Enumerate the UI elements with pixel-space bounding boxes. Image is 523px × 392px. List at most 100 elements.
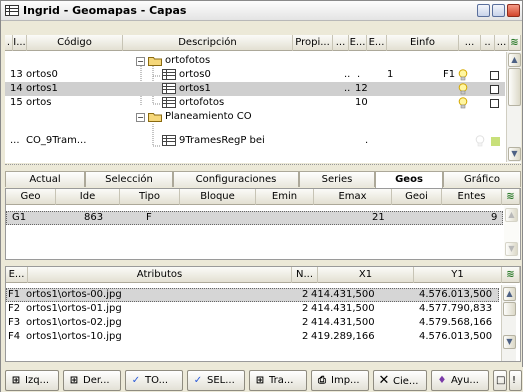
col-header-n[interactable]: N...	[292, 267, 318, 283]
col-header-emax[interactable]: Emax	[314, 189, 392, 205]
maximize-button[interactable]	[492, 4, 505, 17]
columns-config-icon[interactable]: ≋	[502, 267, 520, 283]
info-button[interactable]: !	[509, 370, 522, 391]
col-header-geoi[interactable]: Geoi	[392, 189, 442, 205]
lightbulb-icon[interactable]	[458, 83, 468, 95]
columns-config-icon[interactable]: ≋	[502, 189, 520, 205]
col-header-geo[interactable]: Geo	[6, 189, 56, 205]
col-header-x1[interactable]: X1	[318, 267, 414, 283]
collapse-toggle[interactable]: −	[136, 57, 145, 66]
tab-geos[interactable]: Geos	[375, 171, 443, 188]
izq-label: Izq...	[25, 375, 50, 386]
geos-scrollbar[interactable]: ▲ ▼	[504, 206, 519, 259]
tree-row-selected[interactable]: 14 ortos1 ortos1 .. 12	[5, 82, 505, 96]
tab-actual[interactable]: Actual	[5, 171, 85, 187]
izq-button[interactable]: ⊞ Izq...	[5, 370, 59, 391]
printer-icon: ⎙	[318, 375, 326, 386]
attribute-row[interactable]: F4 ortos1\ortos-10.jpg 2 419.289,166 4.5…	[6, 330, 499, 344]
splitter[interactable]	[5, 164, 521, 168]
col-header-descripcion[interactable]: Descripción	[123, 35, 293, 51]
scroll-down-button[interactable]: ▼	[505, 242, 518, 256]
scroll-down-button[interactable]: ▼	[503, 335, 516, 349]
cell-value: ..	[344, 83, 351, 94]
e-value: F3	[8, 317, 21, 328]
col-header[interactable]: ...	[333, 35, 349, 51]
bottom-toolbar: ⊞ Izq... ⊞ Der... ✓ TO... ✓ SEL... ⊞ Tra... ⎙…	[1, 367, 523, 392]
attributes-scrollbar[interactable]: ▲ ▼	[501, 285, 516, 361]
scroll-up-button[interactable]: ▲	[508, 53, 521, 67]
tree-row[interactable]: ... CO_9Tram... 9TramesRegP bei .	[5, 134, 505, 148]
scroll-up-button[interactable]: ▲	[503, 287, 516, 301]
n-value: 2	[302, 303, 309, 314]
lightbulb-icon[interactable]	[475, 135, 485, 147]
visibility-checkbox[interactable]	[490, 99, 499, 108]
col-header-einfo[interactable]: Einfo	[387, 35, 459, 51]
col-header[interactable]: ..	[481, 35, 495, 51]
tree-row[interactable]: − Planeamiento CO	[5, 110, 505, 124]
lightbulb-icon[interactable]	[458, 97, 468, 109]
visibility-checkbox[interactable]	[490, 71, 499, 80]
tree-scrollbar[interactable]: ▲ ▼	[506, 52, 521, 162]
layer-icon	[162, 135, 176, 146]
scroll-down-button[interactable]: ▼	[508, 147, 521, 161]
col-header[interactable]: E...	[349, 35, 367, 51]
close-window-button[interactable]	[507, 4, 520, 17]
to-button[interactable]: ✓ TO...	[125, 370, 183, 391]
scroll-thumb[interactable]	[508, 68, 521, 106]
cell-value: .	[357, 69, 361, 80]
col-header-e[interactable]: E...	[6, 267, 28, 283]
col-header-tipo[interactable]: Tipo	[120, 189, 180, 205]
tab-configuraciones[interactable]: Configuraciones	[173, 171, 299, 187]
tab-grafico[interactable]: Gráfico	[443, 171, 521, 187]
col-header-emin[interactable]: Emin	[256, 189, 314, 205]
tree-row[interactable]: − ortofotos	[5, 54, 505, 68]
tab-series[interactable]: Series	[299, 171, 375, 187]
pin-button[interactable]: □	[493, 370, 507, 391]
geos-header: Geo Ide Tipo Bloque Emin Emax Geoi Entes…	[6, 189, 520, 205]
attribute-row-selected[interactable]: F1 ortos1\ortos-00.jpg 2 414.431,500 4.5…	[6, 288, 499, 302]
tree-row[interactable]: 15 ortos ortofotos 10	[5, 96, 505, 110]
col-header-entes[interactable]: Entes	[442, 189, 502, 205]
row-number: 13	[10, 69, 23, 80]
col-header[interactable]: .	[5, 35, 13, 51]
col-header-y1[interactable]: Y1	[414, 267, 502, 283]
col-header[interactable]: I...	[13, 35, 27, 51]
layers-tree: − ortofotos 13 ortos0 ortos0 .. . 1 F1 1…	[5, 52, 505, 162]
tra-button[interactable]: ⊞ Tra...	[249, 370, 307, 391]
col-header-propi[interactable]: Propi...	[293, 35, 333, 51]
main-window: Ingrid - Geomapas - Capas . I... Código …	[0, 0, 523, 392]
scroll-up-button[interactable]: ▲	[505, 208, 518, 222]
cell-value: 1	[387, 69, 394, 80]
der-button[interactable]: ⊞ Der...	[63, 370, 121, 391]
ide-value: 863	[84, 212, 104, 223]
cie-button[interactable]: ✕ Cie...	[373, 370, 427, 391]
tab-strip: Actual Selección Configuraciones Series …	[5, 171, 521, 188]
check-icon: ✓	[193, 375, 203, 386]
col-header-ide[interactable]: Ide	[56, 189, 120, 205]
y1-value: 4.577.790,833	[419, 303, 493, 314]
minimize-button[interactable]	[477, 4, 490, 17]
col-header[interactable]: E...	[367, 35, 387, 51]
folder-icon	[148, 56, 162, 66]
imp-button[interactable]: ⎙ Imp...	[311, 370, 369, 391]
ayu-button[interactable]: ♦ Ayu...	[431, 370, 489, 391]
splitter[interactable]	[5, 262, 521, 265]
attribute-row[interactable]: F3 ortos1\ortos-02.jpg 2 414.431,500 4.5…	[6, 316, 499, 330]
attribute-row[interactable]: F2 ortos1\ortos-01.jpg 2 414.431,500 4.5…	[6, 302, 499, 316]
scroll-thumb[interactable]	[503, 302, 516, 316]
info-icon: !	[512, 375, 517, 386]
col-header[interactable]: ...	[459, 35, 481, 51]
lightbulb-icon[interactable]	[458, 69, 468, 81]
columns-config-icon[interactable]: ≋	[509, 35, 521, 51]
col-header-bloque[interactable]: Bloque	[180, 189, 256, 205]
col-header-atributos[interactable]: Atributos	[28, 267, 292, 283]
visibility-checkbox[interactable]	[490, 85, 499, 94]
tab-seleccion[interactable]: Selección	[85, 171, 173, 187]
tree-row[interactable]: 13 ortos0 ortos0 .. . 1 F1	[5, 68, 505, 82]
col-header-codigo[interactable]: Código	[27, 35, 123, 51]
geos-row-selected[interactable]: G1 863 F 21 9	[6, 211, 503, 225]
row-code: ortos1	[26, 83, 58, 94]
col-header[interactable]: ...	[495, 35, 509, 51]
sel-button[interactable]: ✓ SEL...	[187, 370, 245, 391]
collapse-toggle[interactable]: −	[136, 113, 145, 122]
